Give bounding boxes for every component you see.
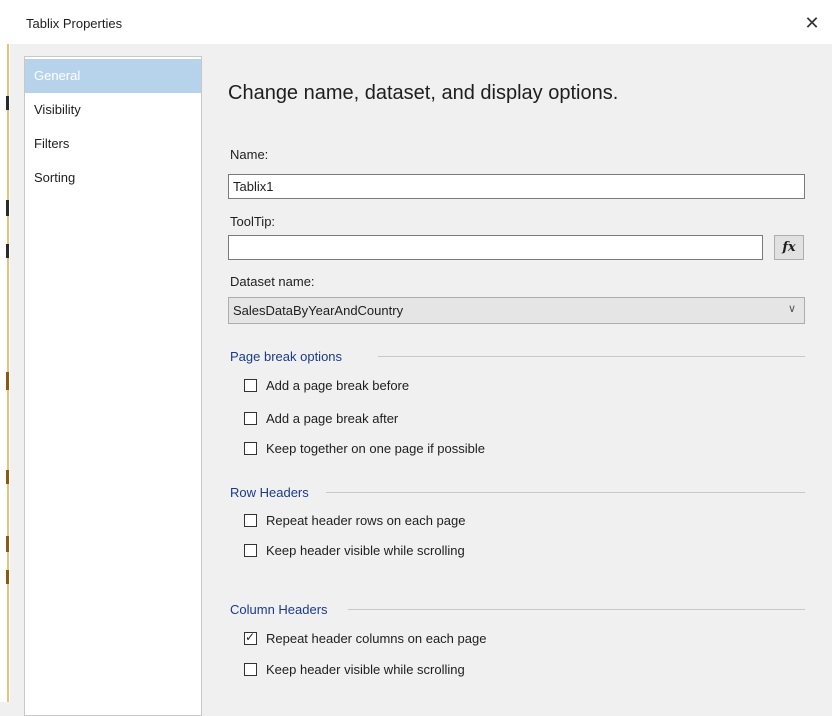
checkbox-label: Add a page break after — [266, 410, 399, 426]
sidebar-item-label: Filters — [34, 136, 70, 151]
checkbox-label: Keep together on one page if possible — [266, 440, 486, 456]
sidebar-item-label: Sorting — [34, 170, 76, 185]
sidebar-item-sorting[interactable]: Sorting — [25, 161, 201, 195]
row-header-visible-checkbox[interactable] — [244, 543, 257, 557]
group-divider — [326, 492, 805, 493]
name-label: Name: — [230, 147, 269, 162]
tooltip-input[interactable] — [228, 235, 763, 260]
column-header-visible-option[interactable]: Keep header visible while scrolling — [244, 659, 465, 679]
title-bar: Tablix Properties ✕ — [0, 0, 832, 44]
window-title: Tablix Properties — [26, 16, 123, 31]
sidebar-item-label: General — [34, 68, 81, 83]
sidebar-item-visibility[interactable]: Visibility — [25, 93, 201, 127]
checkbox-label: Keep header visible while scrolling — [266, 661, 465, 677]
close-icon: ✕ — [804, 13, 820, 33]
row-header-visible-option[interactable]: Keep header visible while scrolling — [244, 540, 465, 560]
page-heading: Change name, dataset, and display option… — [228, 82, 619, 104]
page-break-after-checkbox[interactable] — [244, 411, 257, 425]
checkbox-label: Keep header visible while scrolling — [266, 542, 465, 558]
chevron-down-icon: ∨ — [787, 303, 796, 315]
page-break-before-option[interactable]: Add a page break before — [244, 375, 409, 395]
dataset-select[interactable]: SalesDataByYearAndCountry ∨ — [228, 297, 805, 324]
checkbox-label: Add a page break before — [266, 377, 410, 393]
check-icon: ✓ — [245, 629, 256, 644]
window-edge — [0, 0, 10, 702]
sidebar-item-label: Visibility — [34, 102, 81, 117]
page-break-before-checkbox[interactable] — [244, 378, 257, 392]
page-break-after-option[interactable]: Add a page break after — [244, 408, 398, 428]
column-header-visible-checkbox[interactable] — [244, 662, 257, 676]
repeat-header-columns-option[interactable]: ✓ Repeat header columns on each page — [244, 628, 486, 648]
repeat-header-columns-checkbox[interactable]: ✓ — [244, 629, 257, 645]
keep-together-option[interactable]: Keep together on one page if possible — [244, 438, 485, 458]
repeat-header-rows-option[interactable]: Repeat header rows on each page — [244, 510, 465, 530]
fx-icon: fx — [782, 240, 796, 255]
tooltip-label: ToolTip: — [230, 214, 276, 229]
page-break-group-title: Page break options — [230, 349, 343, 364]
tooltip-expression-button[interactable]: fx — [774, 235, 804, 260]
row-headers-group-title: Row Headers — [230, 485, 309, 500]
close-button[interactable]: ✕ — [800, 12, 824, 36]
column-headers-group-title: Column Headers — [230, 602, 328, 617]
sidebar-item-general[interactable]: General — [25, 59, 201, 93]
repeat-header-rows-checkbox[interactable] — [244, 513, 257, 527]
group-divider — [348, 609, 805, 610]
name-input[interactable] — [228, 174, 805, 199]
checkbox-label: Repeat header columns on each page — [266, 630, 487, 646]
dataset-selected-value: SalesDataByYearAndCountry — [233, 303, 404, 318]
checkbox-label: Repeat header rows on each page — [266, 512, 466, 528]
dataset-label: Dataset name: — [230, 274, 315, 289]
sidebar-nav: General Visibility Filters Sorting — [24, 56, 202, 716]
group-divider — [378, 356, 805, 357]
sidebar-item-filters[interactable]: Filters — [25, 127, 201, 161]
keep-together-checkbox[interactable] — [244, 441, 257, 455]
